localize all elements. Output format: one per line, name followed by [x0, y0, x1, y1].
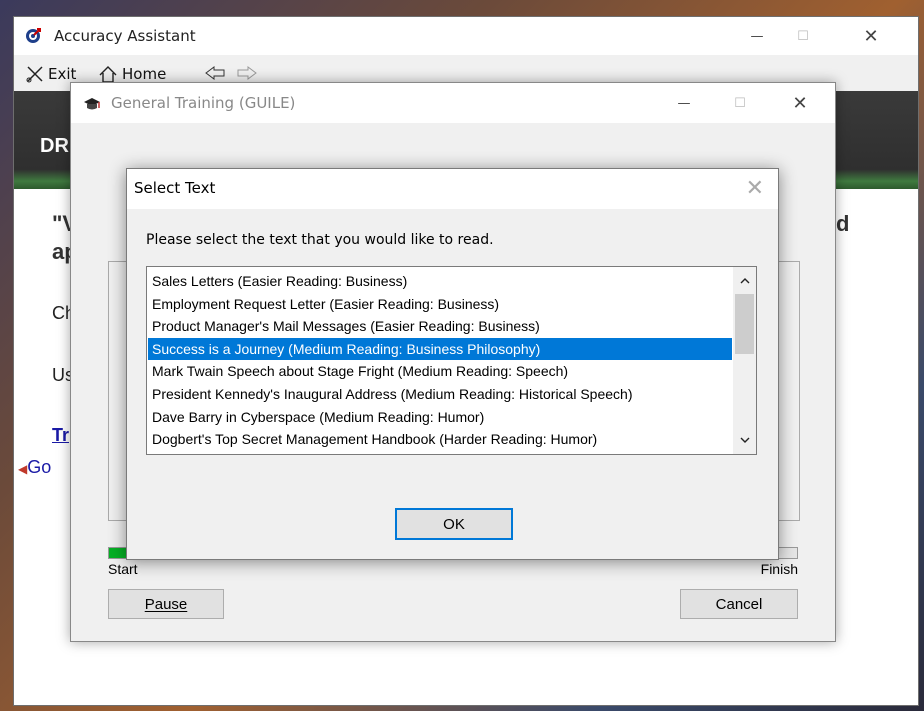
main-maximize-button[interactable]: ☐: [780, 17, 826, 55]
list-item[interactable]: Success is a Journey (Medium Reading: Bu…: [148, 337, 732, 361]
ok-button[interactable]: OK: [395, 508, 513, 540]
maximize-icon: ☐: [797, 28, 809, 44]
back-button[interactable]: [204, 65, 226, 81]
go-arrow-icon: ◀: [18, 462, 28, 476]
training-close-button[interactable]: ✕: [777, 83, 823, 123]
select-text-dialog: Select Text ✕ Please select the text tha…: [126, 168, 779, 560]
graduation-cap-icon: [84, 98, 100, 110]
quote-text-right: d: [836, 211, 850, 236]
scroll-up-arrow-icon[interactable]: [733, 271, 756, 291]
main-window-title: Accuracy Assistant: [54, 27, 196, 45]
maximize-icon: ☐: [734, 95, 746, 111]
training-minimize-button[interactable]: —: [661, 83, 707, 123]
minimize-icon: —: [677, 95, 691, 111]
list-item[interactable]: Dave Barry in Cyberspace (Medium Reading…: [148, 406, 732, 429]
text-list: Sales Letters (Easier Reading: Business)…: [148, 270, 732, 451]
progress-finish-label: Finish: [760, 561, 798, 577]
progress-start-label: Start: [108, 561, 138, 577]
scroll-down-arrow-icon[interactable]: [733, 430, 756, 450]
dialog-title: Select Text: [134, 179, 216, 197]
go-link[interactable]: ◀Go: [18, 457, 51, 478]
home-icon: [99, 66, 117, 83]
list-item[interactable]: President Kennedy's Inaugural Address (M…: [148, 383, 732, 406]
list-item[interactable]: Product Manager's Mail Messages (Easier …: [148, 315, 732, 338]
training-window-title: General Training (GUILE): [111, 94, 296, 112]
list-item[interactable]: Sales Letters (Easier Reading: Business): [148, 270, 732, 293]
home-label: Home: [122, 65, 167, 83]
target-app-icon: [26, 28, 41, 43]
forward-button[interactable]: [236, 65, 258, 81]
scroll-thumb[interactable]: [735, 294, 754, 354]
ok-label: OK: [443, 515, 465, 533]
training-link[interactable]: Tr: [52, 425, 69, 446]
pause-label: Pause: [144, 595, 188, 613]
pause-button[interactable]: Pause: [108, 589, 224, 619]
dialog-close-icon[interactable]: ✕: [746, 176, 764, 201]
main-minimize-button[interactable]: —: [734, 17, 780, 55]
dialog-title-bar: Select Text ✕: [127, 169, 778, 209]
forward-arrow-icon: [237, 66, 257, 80]
list-item[interactable]: Dogbert's Top Secret Management Handbook…: [148, 428, 732, 451]
main-close-button[interactable]: ✕: [848, 17, 894, 55]
list-item[interactable]: Mark Twain Speech about Stage Fright (Me…: [148, 360, 732, 383]
training-title-bar: General Training (GUILE) — ☐ ✕: [71, 83, 835, 123]
main-title-bar: Accuracy Assistant — ☐ ✕: [14, 17, 918, 55]
listbox-scrollbar[interactable]: [733, 267, 756, 454]
cancel-button[interactable]: Cancel: [680, 589, 798, 619]
chevron-up-icon: [740, 278, 749, 284]
back-arrow-icon: [205, 66, 225, 80]
text-listbox[interactable]: Sales Letters (Easier Reading: Business)…: [146, 266, 757, 455]
dialog-prompt: Please select the text that you would li…: [146, 232, 494, 248]
minimize-icon: —: [750, 28, 764, 44]
list-item[interactable]: Employment Request Letter (Easier Readin…: [148, 293, 732, 316]
home-button[interactable]: Home: [98, 65, 166, 83]
exit-button[interactable]: Exit: [26, 65, 76, 83]
exit-label: Exit: [48, 65, 77, 83]
chevron-down-icon: [740, 437, 749, 443]
cancel-label: Cancel: [715, 595, 763, 613]
header-text: DR: [40, 135, 69, 157]
close-icon: ✕: [792, 92, 808, 114]
go-label: Go: [27, 457, 52, 477]
training-maximize-button[interactable]: ☐: [717, 83, 763, 123]
scissors-exit-icon: [26, 66, 43, 83]
close-icon: ✕: [863, 25, 879, 47]
